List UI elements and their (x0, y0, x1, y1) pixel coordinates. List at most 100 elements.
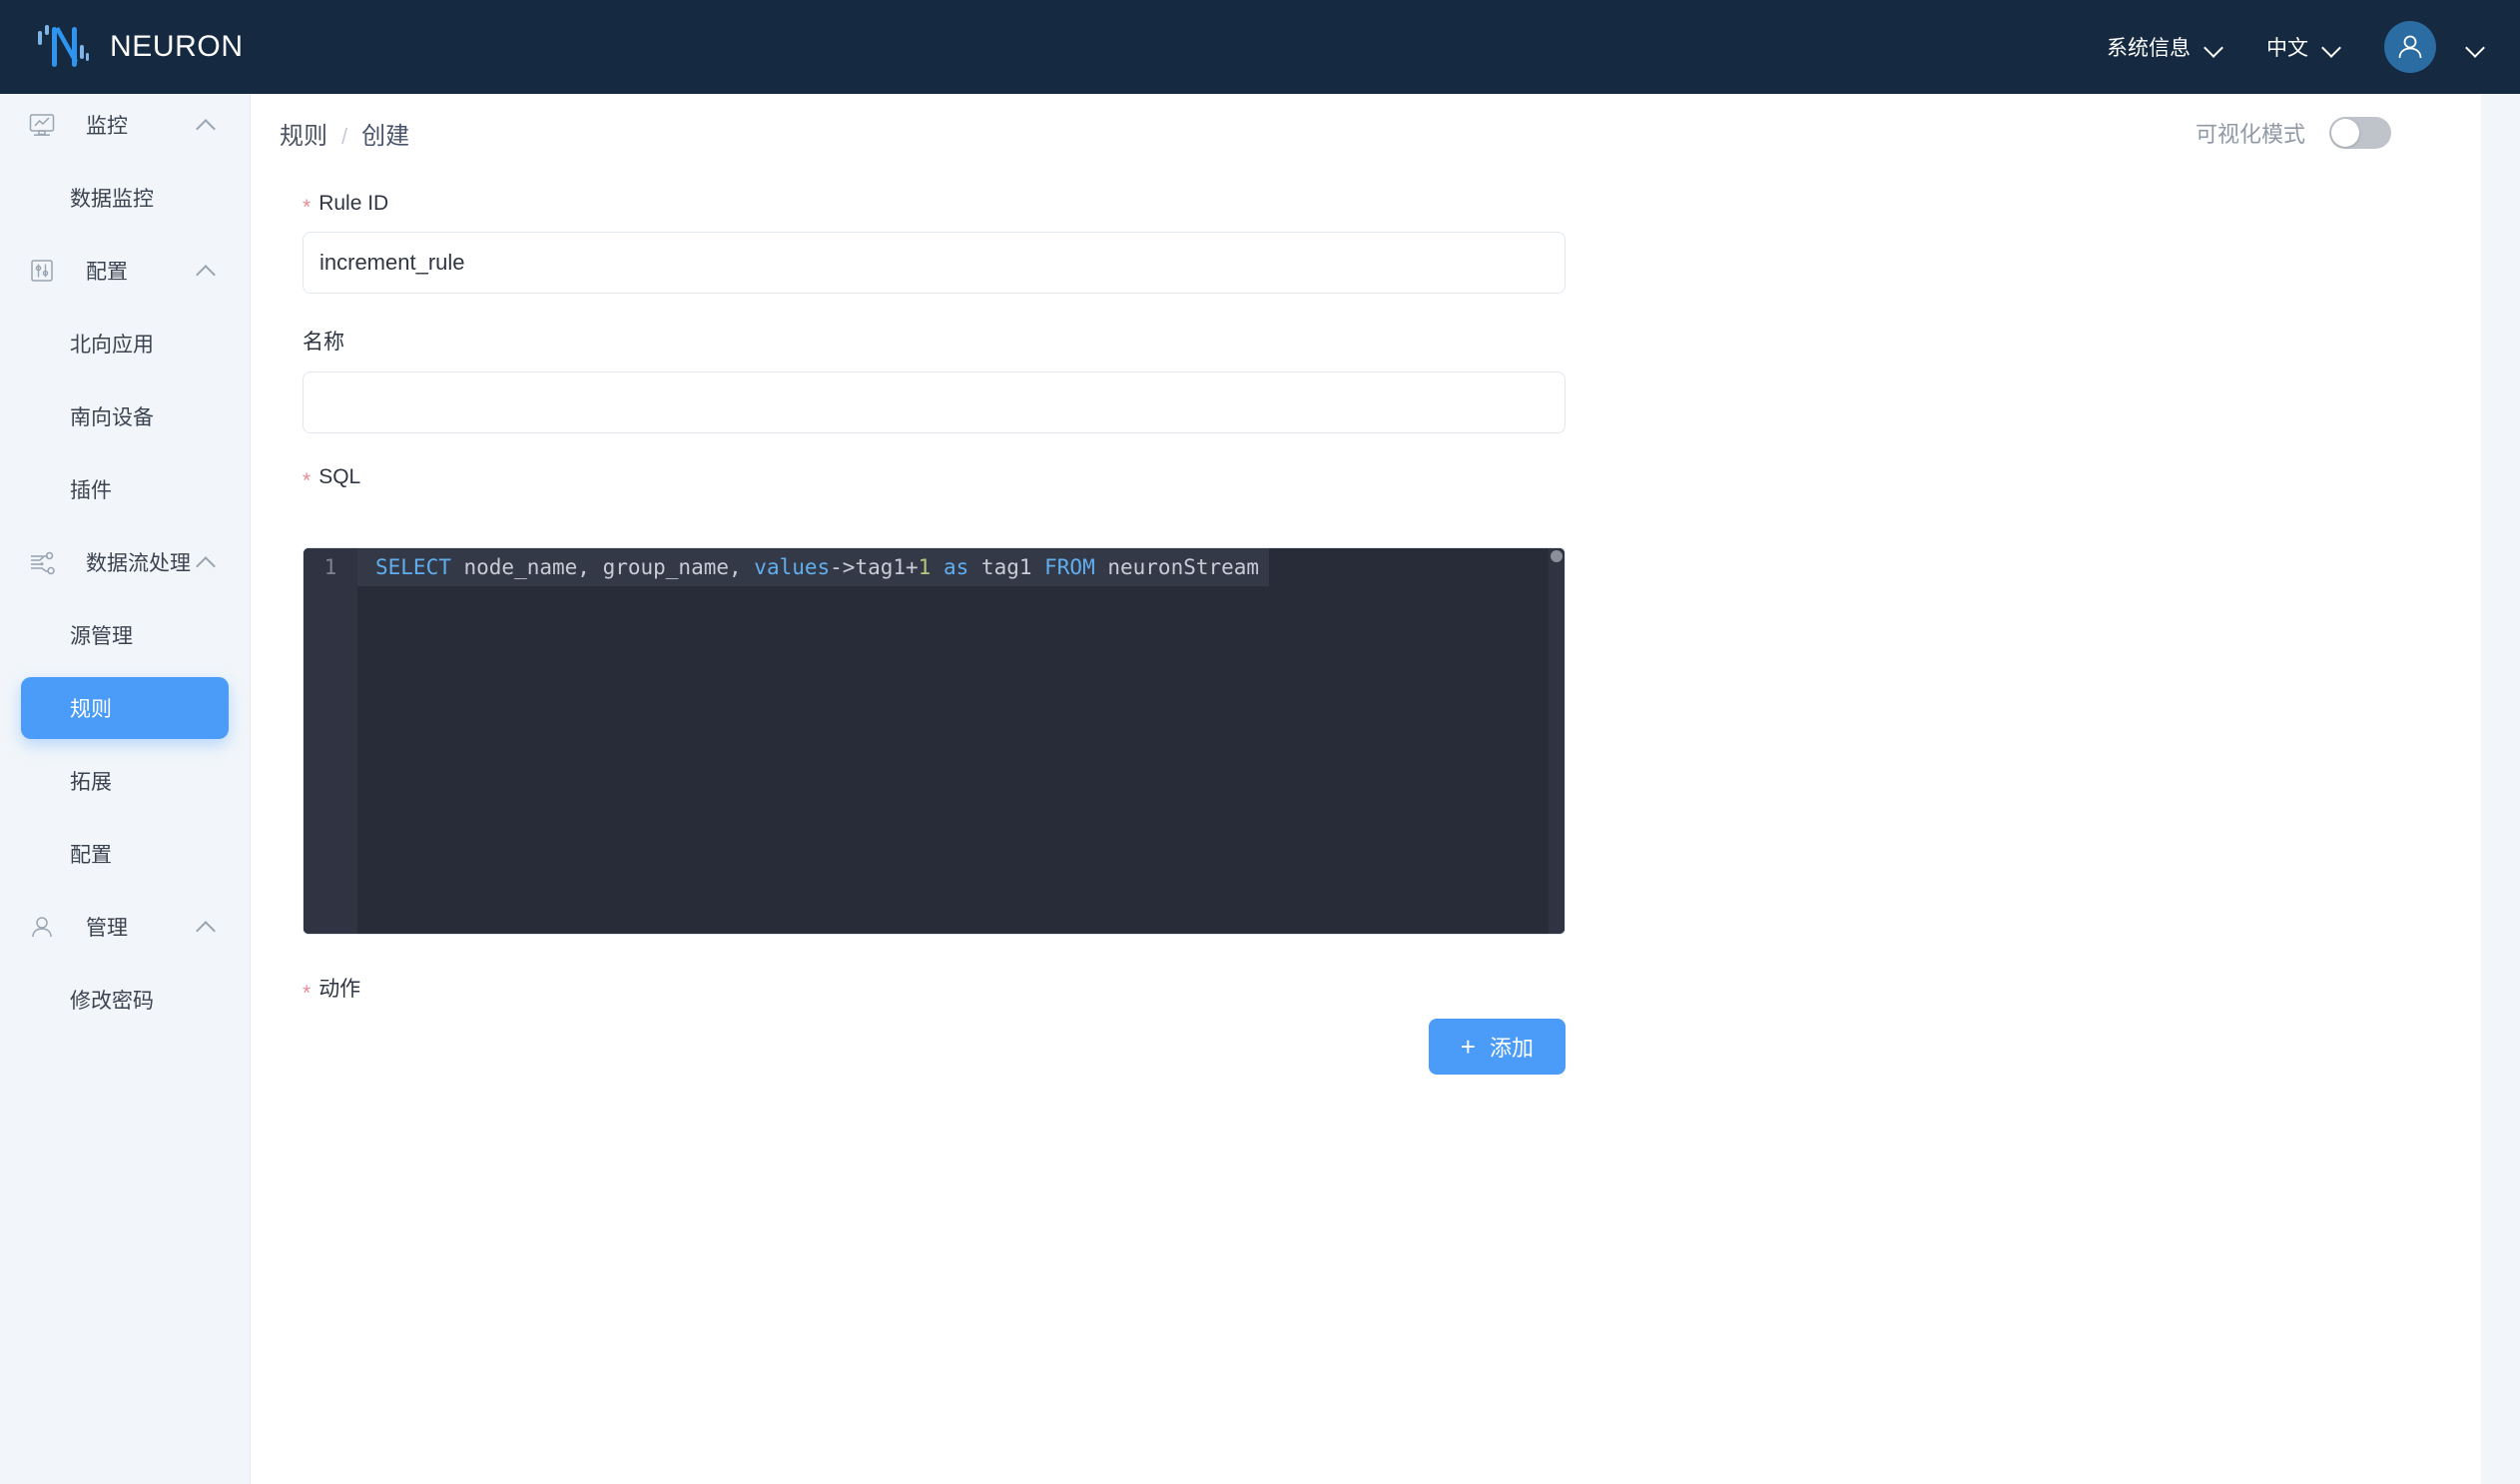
required-mark: * (303, 982, 312, 1005)
plus-icon: + (1460, 1032, 1476, 1062)
chevron-up-icon[interactable] (198, 921, 214, 937)
system-info-menu[interactable]: 系统信息 (2107, 32, 2224, 62)
language-menu[interactable]: 中文 (2266, 32, 2342, 62)
sidebar-item-label: 配置 (70, 844, 112, 867)
sql-token: ->tag1+ (830, 555, 919, 579)
sidebar-group-label: 管理 (86, 917, 128, 940)
sidebar-item-extensions[interactable]: 拓展 (21, 750, 229, 812)
sql-token: neuronStream (1094, 555, 1260, 579)
action-label-row: * 动作 (303, 973, 2481, 1005)
sql-token: tag1 (968, 555, 1045, 579)
right-rail (2481, 94, 2520, 1484)
data-flow-icon (24, 544, 60, 580)
sql-code-editor[interactable]: 1 SELECT node_name, group_name, values->… (303, 547, 1566, 935)
sidebar-item-label: 拓展 (70, 771, 112, 794)
sidebar-item-label: 规则 (70, 698, 112, 721)
sidebar-item-rules[interactable]: 规则 (21, 677, 229, 739)
sql-token: 1 (918, 555, 932, 579)
field-action: * 动作 + 添加 (303, 973, 2481, 1075)
top-header-bar: NEURON 系统信息 中文 (0, 0, 2520, 94)
field-rule-id: * Rule ID (303, 192, 2481, 294)
chevron-down-icon (2205, 41, 2224, 53)
sidebar-item-northbound-apps[interactable]: 北向应用 (21, 313, 229, 374)
sql-label-row: * SQL (303, 465, 2481, 492)
sql-code-line[interactable]: SELECT node_name, group_name, values->ta… (357, 548, 1270, 586)
breadcrumb-rules[interactable]: 规则 (280, 116, 327, 151)
chevron-up-icon[interactable] (198, 556, 214, 572)
breadcrumb-separator: / (341, 123, 348, 149)
sql-token: SELECT (375, 555, 451, 579)
main-content: 规则 / 创建 可视化模式 * Rule ID 名称 (251, 94, 2481, 1484)
sidebar-item-label: 修改密码 (70, 990, 154, 1013)
avatar (2384, 21, 2436, 73)
toggle-knob (2331, 119, 2359, 147)
breadcrumb: 规则 / 创建 (280, 116, 409, 151)
editor-scrollbar-thumb[interactable] (1551, 550, 1563, 562)
sidebar-group-configuration[interactable]: 配置 (0, 240, 250, 302)
sidebar-group-monitor[interactable]: 监控 (0, 94, 250, 156)
system-info-label: 系统信息 (2107, 37, 2191, 60)
rule-id-label-row: * Rule ID (303, 192, 2481, 219)
action-buttons: + 添加 (303, 1019, 1566, 1075)
sidebar-item-southbound-devices[interactable]: 南向设备 (21, 385, 229, 447)
chevron-up-icon[interactable] (198, 119, 214, 135)
sidebar-group-label: 数据流处理 (86, 552, 191, 575)
add-action-button[interactable]: + 添加 (1428, 1019, 1566, 1075)
sidebar-item-settings[interactable]: 配置 (21, 823, 229, 885)
sidebar-nav: 监控 数据监控 配置 北向应用 南向设备 插件 数据流处理 源管理 规则 拓展 … (0, 94, 251, 1484)
neuron-logo-icon (36, 23, 90, 71)
sidebar-item-change-password[interactable]: 修改密码 (21, 969, 229, 1031)
sidebar-item-source-management[interactable]: 源管理 (21, 604, 229, 666)
sidebar-group-data-stream-processing[interactable]: 数据流处理 (0, 531, 250, 593)
page-header: 规则 / 创建 可视化模式 (251, 94, 2481, 172)
sidebar-item-label: 数据监控 (70, 188, 154, 211)
chevron-up-icon[interactable] (198, 265, 214, 281)
editor-line-numbers: 1 (304, 548, 357, 934)
sidebar-item-label: 源管理 (70, 625, 133, 648)
sql-token: values (754, 555, 831, 579)
editor-code-area[interactable]: SELECT node_name, group_name, values->ta… (357, 548, 1565, 934)
sql-label: SQL (318, 465, 361, 488)
rule-id-input[interactable] (303, 232, 1566, 294)
sidebar-item-label: 北向应用 (70, 334, 154, 357)
language-label: 中文 (2266, 37, 2308, 60)
action-label: 动作 (318, 978, 361, 1001)
sidebar-item-label: 插件 (70, 479, 112, 502)
user-icon (24, 909, 60, 945)
brand[interactable]: NEURON (36, 23, 244, 71)
editor-scrollbar[interactable] (1549, 548, 1565, 934)
sidebar-item-data-monitor[interactable]: 数据监控 (21, 167, 229, 229)
visual-mode-label: 可视化模式 (2195, 122, 2305, 147)
field-name: 名称 (303, 326, 2481, 433)
breadcrumb-create: 创建 (361, 122, 410, 150)
name-label: 名称 (303, 331, 344, 354)
sidebar-item-plugins[interactable]: 插件 (21, 458, 229, 520)
visual-mode-toggle[interactable] (2329, 117, 2391, 149)
sidebar-group-management[interactable]: 管理 (0, 896, 250, 958)
add-action-label: 添加 (1489, 1036, 1534, 1061)
sql-token: node_name, group_name, (450, 555, 755, 579)
visual-mode-control: 可视化模式 (2196, 117, 2391, 149)
brand-name: NEURON (110, 30, 244, 63)
name-label-row: 名称 (303, 326, 2481, 356)
required-mark: * (303, 469, 312, 492)
sidebar-group-label: 监控 (86, 115, 128, 138)
name-input[interactable] (303, 371, 1566, 433)
monitor-chart-icon (24, 107, 60, 143)
sql-token: as (943, 555, 969, 579)
field-sql: * SQL 1 SELECT node_name, group_name, va… (303, 465, 2481, 935)
rule-id-label: Rule ID (318, 192, 389, 215)
user-avatar-icon (2398, 35, 2422, 59)
required-mark: * (303, 196, 312, 219)
user-menu[interactable] (2384, 21, 2486, 73)
editor-body: 1 SELECT node_name, group_name, values->… (304, 548, 1565, 934)
sidebar-item-label: 南向设备 (70, 406, 154, 429)
sidebar-group-label: 配置 (86, 261, 128, 284)
rule-create-form: * Rule ID 名称 * SQL 1 (251, 172, 2481, 1075)
chevron-down-icon (2466, 41, 2486, 53)
chevron-down-icon (2322, 41, 2342, 53)
sql-token: FROM (1044, 555, 1095, 579)
sliders-icon (24, 253, 60, 289)
